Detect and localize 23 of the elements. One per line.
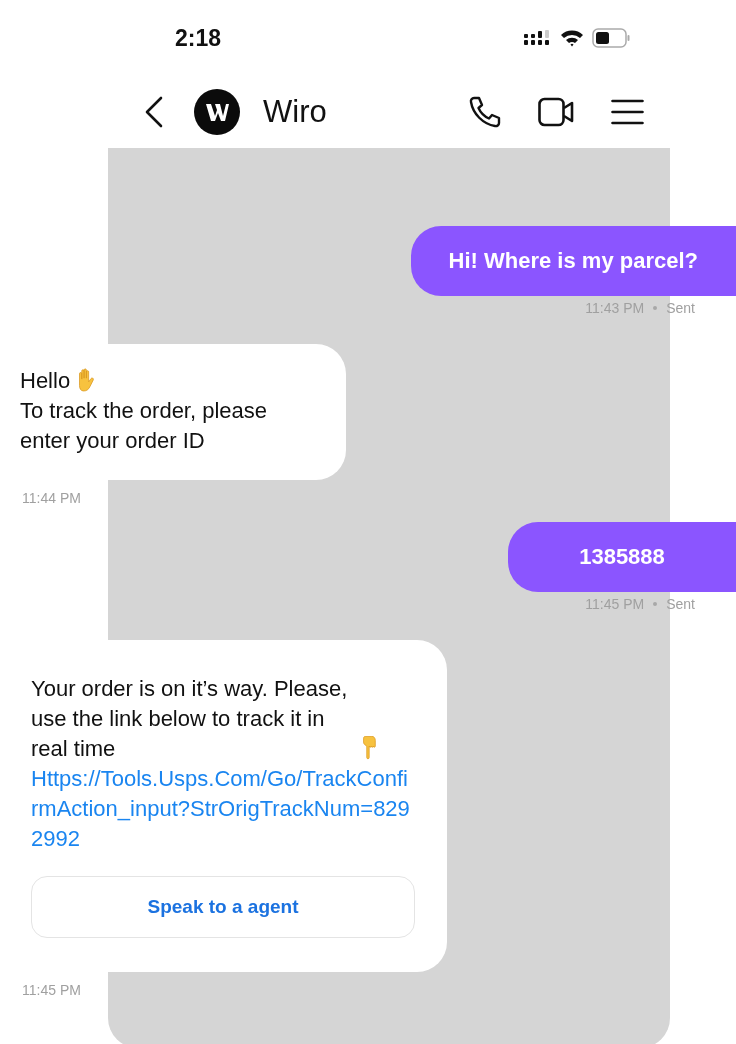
delivery-status: Sent <box>666 596 695 612</box>
message-text: Your order is on it’s way. Please, use the link below to track it in real time <box>31 675 349 763</box>
delivery-status: Sent <box>666 300 695 316</box>
message-text: Hi! Where is my parcel? <box>448 248 698 274</box>
message-text: Hello <box>20 367 71 395</box>
contact-name: Wiro <box>263 94 327 130</box>
back-icon[interactable] <box>144 96 164 128</box>
dot-icon <box>653 602 658 606</box>
message-time: 11:44 PM <box>22 490 81 506</box>
status-time: 2:18 <box>175 25 222 52</box>
message-text: To track the order, please enter your order ID <box>20 397 269 455</box>
message-text: 1385888 <box>579 544 665 570</box>
dot-icon <box>653 306 658 310</box>
message-time: 11:45 PM <box>22 982 81 998</box>
video-camera-icon[interactable] <box>538 97 575 127</box>
menu-icon[interactable] <box>611 99 644 125</box>
wifi-icon <box>560 29 584 47</box>
phone-icon[interactable] <box>468 95 502 129</box>
agent-button[interactable]: Speak to a agent <box>31 876 415 938</box>
signal-icon <box>524 30 552 46</box>
avatar-logo <box>194 89 240 135</box>
tracking-link[interactable]: Https://Tools.Usps.Com/Go/TrackConfirmAction_input?StrOrigTrackNum=8292992 <box>31 764 415 854</box>
battery-icon <box>592 28 630 48</box>
